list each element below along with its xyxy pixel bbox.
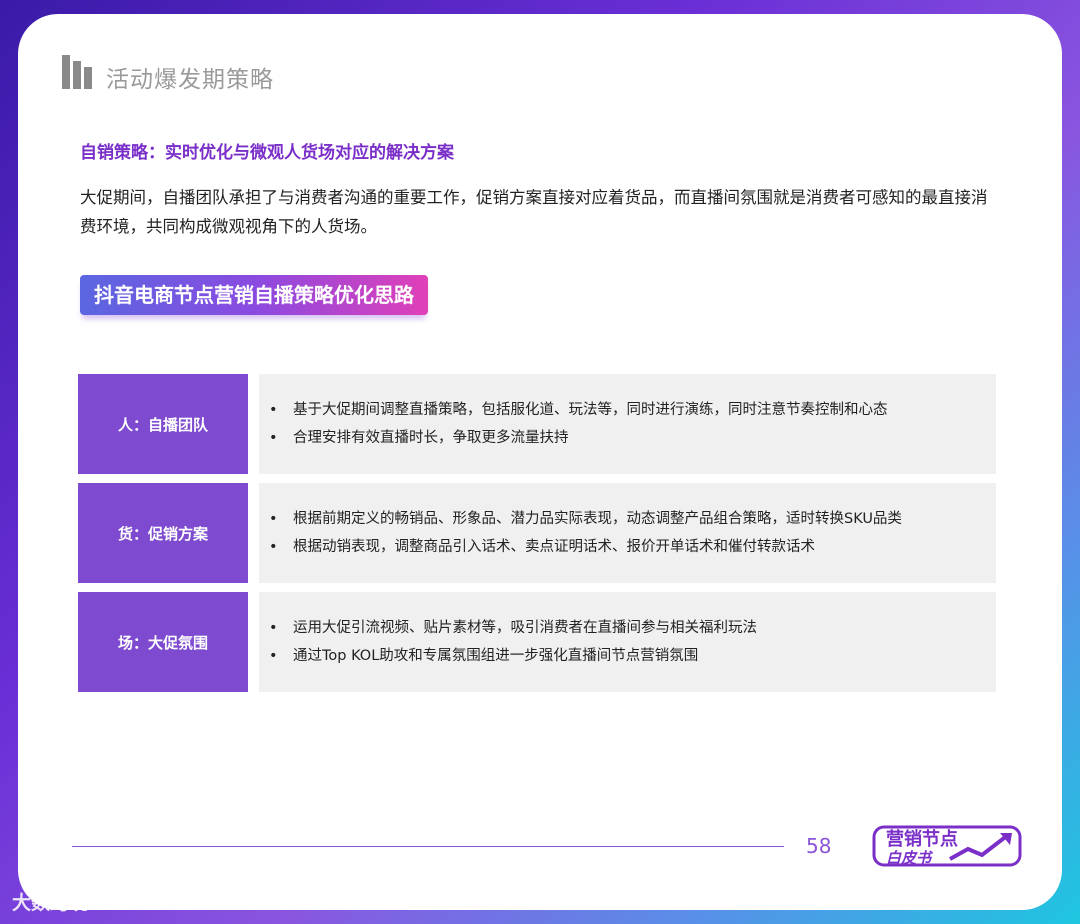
bullet-text: 根据前期定义的畅销品、形象品、潜力品实际表现，动态调整产品组合策略，适时转换SK… [293, 511, 902, 527]
row-body: • 根据前期定义的畅销品、形象品、潜力品实际表现，动态调整产品组合策略，适时转换S… [259, 483, 996, 583]
bullet-dot: • [269, 539, 278, 555]
bullet-dot: • [269, 511, 278, 527]
strategy-row-goods: 货：促销方案 • 根据前期定义的畅销品、形象品、潜力品实际表现，动态调整产品组合策… [78, 483, 996, 583]
row-body: • 基于大促期间调整直播策略，包括服化道、玩法等，同时进行演练，同时注意节奏控制和… [259, 374, 996, 474]
section-banner: 抖音电商节点营销自播策略优化思路 [80, 275, 428, 315]
bullet-item: • 基于大促期间调整直播策略，包括服化道、玩法等，同时进行演练，同时注意节奏控制和… [269, 396, 996, 424]
bullet-item: • 合理安排有效直播时长，争取更多流量扶持 [269, 424, 996, 452]
brand-line1: 营销节点 [886, 828, 958, 850]
section-subtitle: 自销策略：实时优化与微观人货场对应的解决方案 [80, 143, 454, 163]
bullet-item: • 运用大促引流视频、贴片素材等，吸引消费者在直播间参与相关福利玩法 [269, 614, 996, 642]
bullet-text: 基于大促期间调整直播策略，包括服化道、玩法等，同时进行演练，同时注意节奏控制和心… [293, 402, 888, 418]
trend-arrow-icon [949, 833, 1010, 861]
bullet-text: 运用大促引流视频、贴片素材等，吸引消费者在直播间参与相关福利玩法 [293, 620, 757, 636]
bullet-dot: • [269, 620, 278, 636]
row-label: 货：促销方案 [78, 483, 248, 583]
bullet-item: • 根据前期定义的畅销品、形象品、潜力品实际表现，动态调整产品组合策略，适时转换S… [269, 505, 996, 533]
footer-divider [72, 846, 784, 847]
bullet-text: 合理安排有效直播时长，争取更多流量扶持 [293, 430, 569, 446]
bullet-item: • 通过Top KOL助攻和专属氛围组进一步强化直播间节点营销氛围 [269, 642, 996, 670]
watermark: 大数跨境 [12, 892, 89, 914]
page-number: 58 [806, 834, 832, 858]
bullet-dot: • [269, 648, 278, 664]
bullet-dot: • [269, 430, 278, 446]
bullet-text: 根据动销表现，调整商品引入话术、卖点证明话术、报价开单话术和催付转款话术 [293, 539, 815, 555]
bar-logo-icon [62, 55, 94, 89]
strategy-row-scene: 场：大促氛围 • 运用大促引流视频、贴片素材等，吸引消费者在直播间参与相关福利玩法… [78, 592, 996, 692]
row-body: • 运用大促引流视频、贴片素材等，吸引消费者在直播间参与相关福利玩法 • 通过Top… [259, 592, 996, 692]
row-label: 场：大促氛围 [78, 592, 248, 692]
page-title: 活动爆发期策略 [106, 67, 274, 93]
row-label: 人：自播团队 [78, 374, 248, 474]
brand-line2: 白皮书 [886, 849, 934, 867]
strategy-row-people: 人：自播团队 • 基于大促期间调整直播策略，包括服化道、玩法等，同时进行演练，同时… [78, 374, 996, 474]
bullet-item: • 根据动销表现，调整商品引入话术、卖点证明话术、报价开单话术和催付转款话术 [269, 533, 996, 561]
bullet-text: 通过Top KOL助攻和专属氛围组进一步强化直播间节点营销氛围 [293, 648, 699, 664]
brand-logo: 营销节点 白皮书 [872, 825, 1022, 867]
bullet-dot: • [269, 402, 278, 418]
intro-paragraph: 大促期间，自播团队承担了与消费者沟通的重要工作，促销方案直接对应着货品，而直播间… [80, 188, 988, 236]
